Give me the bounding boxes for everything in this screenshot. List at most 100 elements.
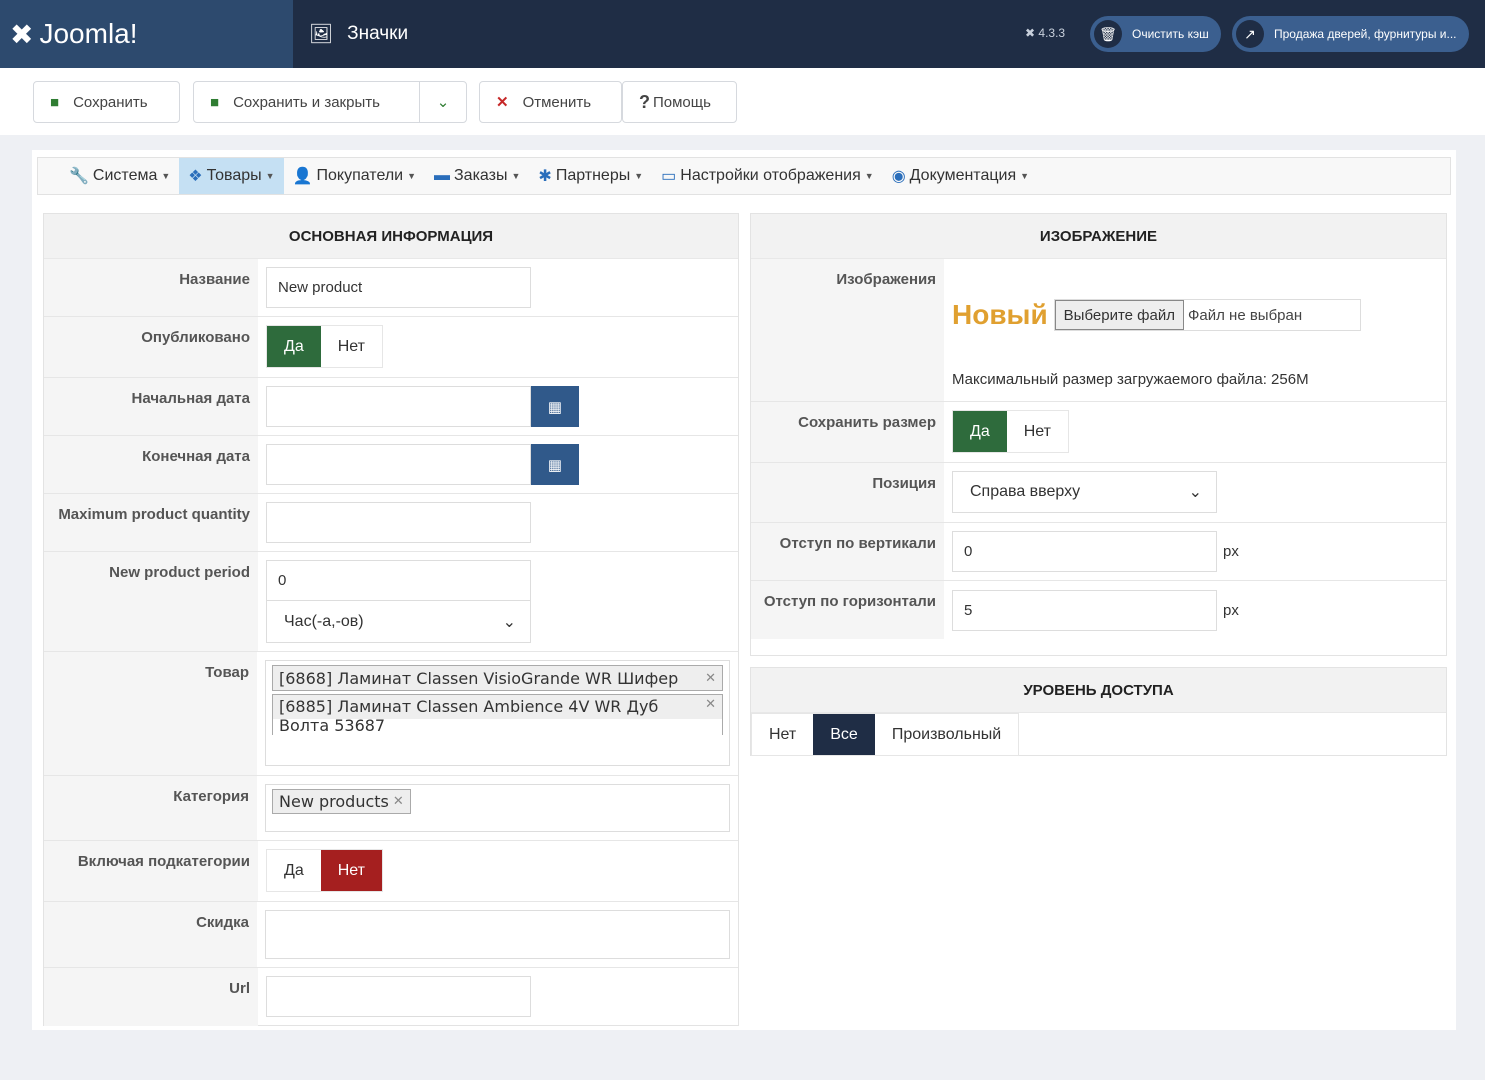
field-label: Начальная дата (44, 378, 258, 435)
category-multiselect[interactable]: New products ✕ (265, 784, 730, 832)
choose-file-button[interactable]: Выберите файл (1054, 300, 1184, 330)
file-input[interactable]: Выберите файл Файл не выбран (1053, 299, 1361, 331)
component-menu: 🔧 Система ▼ ❖ Товары ▼ 👤 Покупатели ▼ ▬ Заказы ▼ ✱ Па… (37, 157, 1451, 195)
keep-no[interactable]: Нет (1007, 411, 1068, 452)
caret-down-icon: ▼ (1020, 171, 1030, 181)
remove-icon[interactable]: ✕ (705, 697, 716, 712)
menu-item-4[interactable]: ✱ Партнеры ▼ (529, 158, 652, 194)
max-quantity-input[interactable] (266, 502, 531, 543)
vertical-offset-input[interactable]: 0 (952, 531, 1217, 572)
chevron-down-icon: ⌄ (502, 613, 516, 631)
access-all[interactable]: Все (813, 714, 875, 755)
life-ring-icon: ◉ (891, 168, 906, 185)
view-site-button[interactable]: ↗ Продажа дверей, фурнитуры и... (1232, 16, 1469, 52)
remove-icon[interactable]: ✕ (393, 794, 404, 809)
caret-down-icon: ▼ (511, 171, 521, 181)
field-label: Категория (44, 776, 257, 840)
trash-icon: 🗑 (1094, 20, 1122, 48)
start-date-input[interactable] (266, 386, 531, 427)
published-no[interactable]: Нет (321, 326, 382, 367)
field-label: Maximum product quantity (44, 494, 258, 551)
image-panel: ИЗОБРАЖЕНИЕ Изображения Новый Выберите фай… (750, 213, 1447, 656)
field-label: Включая подкатегории (44, 841, 258, 901)
field-label: Опубликовано (44, 317, 258, 377)
keep-size-toggle: Да Нет (952, 410, 1069, 453)
field-label: Url (44, 968, 258, 1026)
calendar-icon[interactable]: ▦ (531, 386, 579, 427)
field-label: Изображения (751, 259, 944, 401)
caret-down-icon: ▼ (407, 171, 417, 181)
field-label: Скидка (44, 902, 257, 967)
subcat-no[interactable]: Нет (320, 850, 382, 891)
desktop-icon: ▭ (661, 168, 677, 185)
menu-item-2[interactable]: 👤 Покупатели ▼ (284, 158, 425, 194)
name-input[interactable]: New product (266, 267, 531, 308)
save-button[interactable]: ■ Сохранить (33, 81, 180, 123)
access-none[interactable]: Нет (752, 714, 813, 755)
field-label: Сохранить размер (751, 402, 944, 462)
menu-item-3[interactable]: ▬ Заказы ▼ (425, 158, 529, 194)
end-date-input[interactable] (266, 444, 531, 485)
horizontal-offset-input[interactable]: 5 (952, 589, 1217, 631)
field-label: New product period (44, 552, 258, 651)
menu-item-0[interactable]: 🔧 Система ▼ (60, 158, 179, 194)
credit-card-icon: ▬ (434, 167, 451, 184)
product-chip: [6885] Ламинат Classen Ambience 4V WR Ду… (272, 694, 723, 735)
page-title: Значки (347, 23, 409, 44)
field-label: Позиция (751, 463, 944, 522)
caret-down-icon: ▼ (265, 171, 275, 181)
save-close-button[interactable]: ■ Сохранить и закрыть ⌄ (193, 81, 467, 123)
joomla-icon: ✖ (10, 18, 34, 50)
version: ✖ 4.3.3 (1025, 26, 1066, 40)
product-multiselect[interactable]: [6868] Ламинат Classen VisioGrande WR Ши… (265, 660, 730, 766)
field-label: Отступ по вертикали (751, 523, 944, 580)
user-icon: 👤 (292, 168, 313, 185)
panel-title: ИЗОБРАЖЕНИЕ (751, 214, 1446, 259)
cubes-icon: ❖ (188, 168, 203, 185)
menu-item-1[interactable]: ❖ Товары ▼ (179, 158, 284, 194)
menu-item-6[interactable]: ◉ Документация ▼ (883, 158, 1038, 194)
close-icon: ✕ (496, 94, 509, 111)
discount-input[interactable] (265, 910, 730, 959)
caret-down-icon: ▼ (634, 171, 644, 181)
period-input[interactable]: 0 (266, 560, 531, 601)
access-panel: УРОВЕНЬ ДОСТУПА Нет Все Произвольный (750, 667, 1447, 756)
save-icon: ■ (210, 93, 220, 111)
main-info-panel: ОСНОВНАЯ ИНФОРМАЦИЯ Название New product … (43, 213, 739, 1026)
clear-cache-button[interactable]: 🗑 Очистить кэш (1090, 16, 1221, 52)
toolbar: ■ Сохранить ■ Сохранить и закрыть ⌄ ✕ Отмени… (0, 68, 1485, 135)
field-label: Отступ по горизонтали (751, 581, 944, 639)
caret-down-icon: ▼ (864, 171, 874, 181)
users-cog-icon: ✱ (538, 168, 552, 185)
panel-title: УРОВЕНЬ ДОСТУПА (751, 668, 1446, 713)
access-custom[interactable]: Произвольный (875, 714, 1018, 755)
remove-icon[interactable]: ✕ (705, 671, 716, 686)
keep-yes[interactable]: Да (953, 411, 1007, 452)
cancel-button[interactable]: ✕ Отменить (479, 81, 622, 123)
chevron-down-icon: ⌄ (1188, 484, 1202, 501)
published-yes[interactable]: Да (267, 326, 321, 367)
field-label: Название (44, 259, 258, 316)
save-icon: ■ (50, 93, 60, 111)
url-input[interactable] (266, 976, 531, 1017)
chevron-down-icon[interactable]: ⌄ (419, 82, 466, 122)
subcat-yes[interactable]: Да (267, 850, 321, 891)
position-select[interactable]: Справа вверху ⌄ (952, 471, 1217, 513)
menu-item-5[interactable]: ▭ Настройки отображения ▼ (652, 158, 883, 194)
max-size-note: Максимальный размер загружаемого файла: … (952, 371, 1309, 388)
image-icon: 🖼 (309, 24, 334, 45)
external-link-icon: ↗ (1236, 20, 1264, 48)
field-label: Товар (44, 652, 257, 775)
calendar-icon[interactable]: ▦ (531, 444, 579, 485)
access-level-toggle: Нет Все Произвольный (751, 713, 1020, 756)
subcategories-toggle: Да Нет (266, 849, 383, 892)
question-icon: ? (639, 91, 650, 112)
header: ✖ Joomla! 🖼 Значки ✖ 4.3.3 🗑 Очистить кэш ↗… (0, 0, 1485, 68)
period-unit-select[interactable]: Час(-а,-ов) ⌄ (266, 601, 531, 643)
published-toggle: Да Нет (266, 325, 383, 368)
panel-title: ОСНОВНАЯ ИНФОРМАЦИЯ (44, 214, 738, 259)
help-button[interactable]: ? Помощь (622, 81, 737, 123)
wrench-icon: 🔧 (69, 168, 89, 185)
joomla-logo[interactable]: ✖ Joomla! (0, 0, 293, 68)
product-chip: [6868] Ламинат Classen VisioGrande WR Ши… (272, 665, 723, 691)
